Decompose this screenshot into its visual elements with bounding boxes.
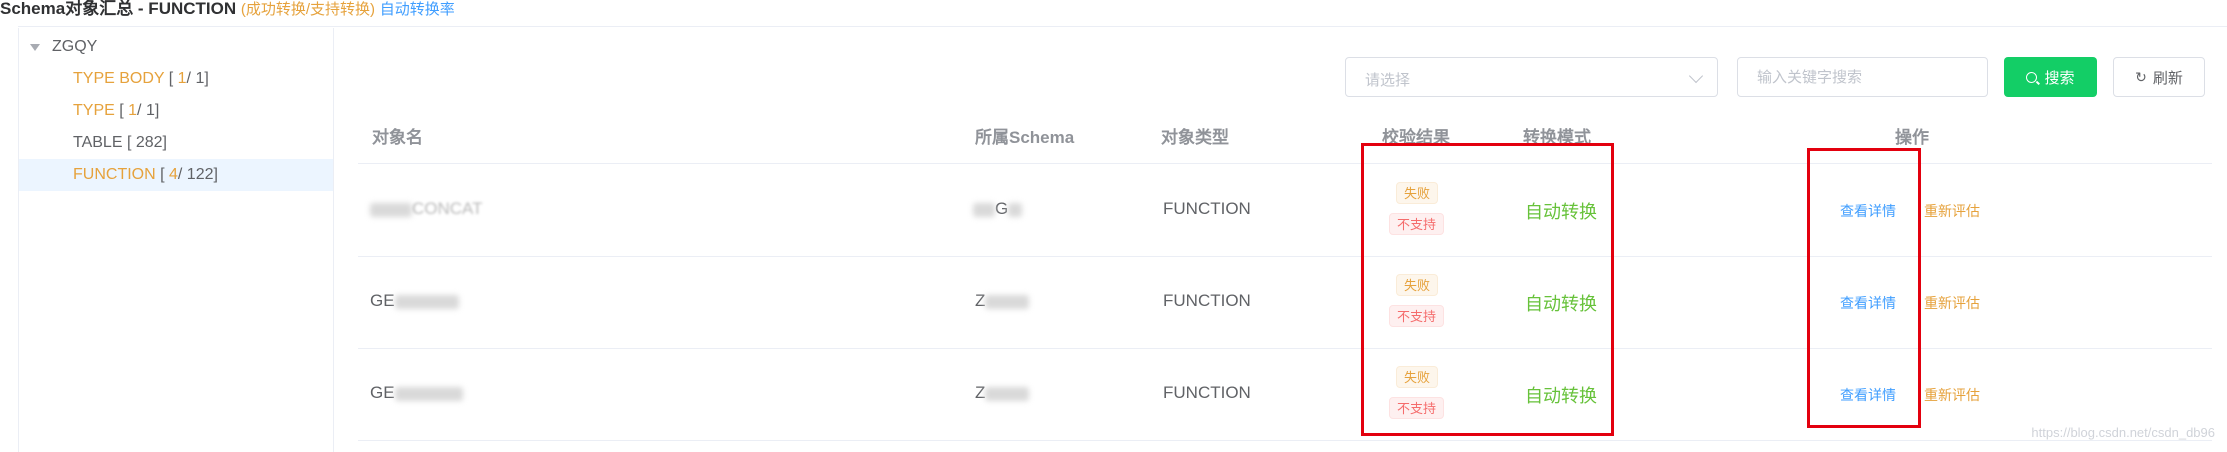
table-divider [358, 163, 2212, 164]
tree-node-label: TABLE [73, 134, 123, 151]
tree-node-type[interactable]: TYPE [ 1/ 1] [19, 95, 333, 127]
tree-node-label: TYPE [73, 102, 115, 119]
tree-node-label: FUNCTION [73, 166, 156, 183]
keyword-search-input[interactable] [1737, 57, 1988, 97]
schema-cell: Z [975, 383, 1030, 403]
re-evaluate-link[interactable]: 重新评估 [1924, 201, 1980, 221]
re-evaluate-link[interactable]: 重新评估 [1924, 293, 1980, 313]
page-title-link[interactable]: 自动转换率 [380, 1, 455, 18]
object-name-cell: GE [370, 383, 463, 403]
tree-node-type-body[interactable]: TYPE BODY [ 1/ 1] [19, 63, 333, 95]
search-button-label: 搜索 [2044, 69, 2075, 87]
chevron-down-icon [1688, 68, 1704, 84]
tree-node-function[interactable]: FUNCTION [ 4/ 122] [19, 159, 333, 191]
redacted-text [985, 294, 1030, 309]
redacted-text [370, 202, 412, 217]
divider [18, 26, 2227, 27]
refresh-button-label: 刷新 [2152, 69, 2183, 87]
redacted-text [394, 386, 463, 401]
object-name-cell: CONCAT [370, 199, 483, 219]
watermark: https://blog.csdn.net/csdn_db96 [2031, 425, 2215, 440]
type-select[interactable]: 请选择 [1345, 57, 1718, 97]
search-icon [2026, 71, 2038, 83]
column-header-schema[interactable]: 所属Schema [975, 123, 1074, 148]
object-type-cell: FUNCTION [1163, 199, 1251, 218]
tree-node-count-b: 1 [145, 102, 155, 119]
refresh-button[interactable]: ↻ 刷新 [2113, 57, 2205, 97]
redacted-text [973, 202, 995, 217]
schema-tree: ZGQY TYPE BODY [ 1/ 1] TYPE [ 1/ 1] TABL… [18, 28, 334, 452]
tree-root-label: ZGQY [52, 38, 98, 55]
column-header-type[interactable]: 对象类型 [1161, 123, 1229, 148]
highlight-box-actions [1807, 148, 1921, 428]
table-divider [358, 348, 2212, 349]
page-title-text: Schema对象汇总 - FUNCTION [0, 0, 237, 18]
tree-node-count-b: 1 [195, 70, 205, 87]
object-type-cell: FUNCTION [1163, 291, 1251, 310]
redacted-text [394, 294, 459, 309]
re-evaluate-link[interactable]: 重新评估 [1924, 385, 1980, 405]
select-placeholder: 请选择 [1365, 72, 1411, 89]
tree-node-count-b: 282 [135, 134, 163, 151]
column-header-name[interactable]: 对象名 [372, 123, 423, 148]
tree-node-count-a: 1 [128, 102, 138, 119]
tree-root-node[interactable]: ZGQY [19, 31, 333, 63]
caret-down-icon[interactable] [30, 43, 40, 51]
refresh-icon: ↻ [2135, 68, 2147, 85]
object-name-cell: GE [370, 291, 459, 311]
schema-cell: Z [975, 291, 1030, 311]
tree-node-count-a: 4 [169, 166, 178, 183]
tree-node-label: TYPE BODY [73, 70, 165, 87]
tree-node-table[interactable]: TABLE [ 282] [19, 127, 333, 159]
tree-node-count-b: 122 [186, 166, 214, 183]
search-button[interactable]: 搜索 [2004, 57, 2097, 97]
highlight-box-check-mode [1361, 143, 1614, 436]
redacted-text [985, 386, 1030, 401]
page-title: Schema对象汇总 - FUNCTION (成功转换/支持转换) 自动转换率 [0, 0, 1000, 18]
column-header-action: 操作 [1895, 128, 1929, 147]
table-divider [358, 256, 2212, 257]
tree-node-count-a: 1 [177, 70, 187, 87]
page-title-status: (成功转换/支持转换) [240, 1, 376, 18]
schema-cell: G [973, 199, 1023, 219]
object-type-cell: FUNCTION [1163, 383, 1251, 402]
table-divider [358, 440, 2212, 441]
